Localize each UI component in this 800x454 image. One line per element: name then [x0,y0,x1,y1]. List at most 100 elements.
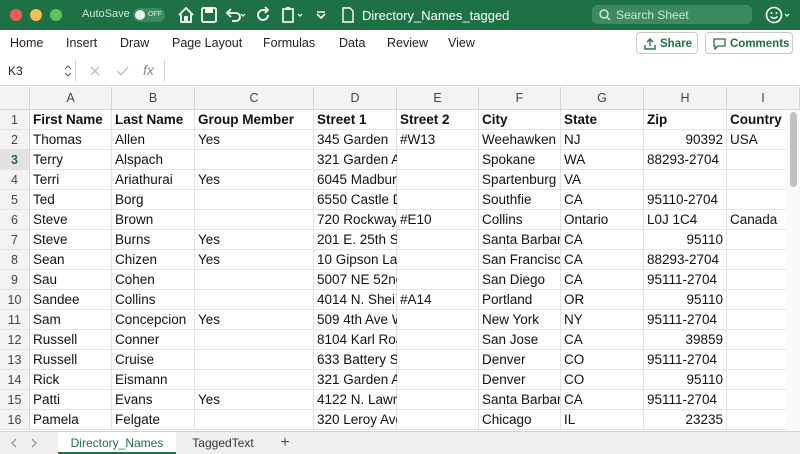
cell-a5[interactable]: Ted [30,190,112,210]
cell-g15[interactable]: CA [561,390,644,410]
cell-f10[interactable]: Portland [479,290,561,310]
cell-e4[interactable] [397,170,479,190]
name-box[interactable]: K3 [0,60,76,82]
cell-a13[interactable]: Russell [30,350,112,370]
cell-e10[interactable]: #A14 [397,290,479,310]
cell-g16[interactable]: IL [561,410,644,430]
cell-c4[interactable]: Yes [195,170,314,190]
cell-h10[interactable]: 95110 [644,290,727,310]
cell-c12[interactable] [195,330,314,350]
cell-c8[interactable]: Yes [195,250,314,270]
cell-f14[interactable]: Denver [479,370,561,390]
cell-e5[interactable] [397,190,479,210]
cell-a15[interactable]: Patti [30,390,112,410]
tab-insert[interactable]: Insert [66,36,97,50]
cell-b9[interactable]: Cohen [112,270,195,290]
cell-d15[interactable]: 4122 N. Lawndale Ave [314,390,452,410]
cell-f7[interactable]: Santa Barbar [479,230,561,250]
header-cell-h[interactable]: Zip [644,110,727,130]
row-header-5[interactable]: 5 [0,190,30,210]
cell-f5[interactable]: Southfie [479,190,561,210]
insert-function-button[interactable]: fx [143,62,154,78]
tab-view[interactable]: View [448,36,475,50]
cell-e16[interactable] [397,410,479,430]
cell-h5[interactable]: 95110-2704 [644,190,727,210]
row-header-16[interactable]: 16 [0,410,30,430]
cell-h11[interactable]: 95111-2704 [644,310,727,330]
cell-e7[interactable] [397,230,479,250]
header-cell-d[interactable]: Street 1 [314,110,397,130]
cell-a7[interactable]: Steve [30,230,112,250]
cell-a3[interactable]: Terry [30,150,112,170]
comments-button[interactable]: Comments [705,32,793,54]
cell-b14[interactable]: Eismann [112,370,195,390]
cell-f15[interactable]: Santa Barbar [479,390,561,410]
header-cell-a[interactable]: First Name [30,110,112,130]
row-header-11[interactable]: 11 [0,310,30,330]
cell-b6[interactable]: Brown [112,210,195,230]
cell-d10[interactable]: 4014 N. Shei [314,290,397,310]
tab-formulas[interactable]: Formulas [263,36,315,50]
cell-f11[interactable]: New York [479,310,561,330]
cell-d8[interactable]: 10 Gipson Lane [314,250,412,270]
column-header-c[interactable]: C [195,87,314,110]
cell-c9[interactable] [195,270,314,290]
header-cell-g[interactable]: State [561,110,644,130]
cell-h2[interactable]: 90392 [644,130,727,150]
cell-f8[interactable]: San Francisc [479,250,561,270]
cell-g4[interactable]: VA [561,170,644,190]
cell-a4[interactable]: Terri [30,170,112,190]
cell-b4[interactable]: Ariathurai [112,170,195,190]
cell-a14[interactable]: Rick [30,370,112,390]
close-window-button[interactable] [10,9,22,21]
cell-c11[interactable]: Yes [195,310,314,330]
cell-d13[interactable]: 633 Battery St [314,350,403,370]
cell-e12[interactable] [397,330,479,350]
cell-c3[interactable] [195,150,314,170]
tab-home[interactable]: Home [10,36,43,50]
cell-g3[interactable]: WA [561,150,644,170]
cell-h6[interactable]: L0J 1C4 [644,210,727,230]
cell-g12[interactable]: CA [561,330,644,350]
home-icon[interactable] [176,5,196,25]
row-header-14[interactable]: 14 [0,370,30,390]
cell-g14[interactable]: CO [561,370,644,390]
formula-input[interactable] [164,60,800,82]
column-header-f[interactable]: F [479,87,561,110]
cell-a8[interactable]: Sean [30,250,112,270]
account-smiley-icon[interactable] [764,5,794,25]
row-header-1[interactable]: 1 [0,110,30,130]
previous-sheet-icon[interactable] [10,438,18,448]
cell-g10[interactable]: OR [561,290,644,310]
cell-a10[interactable]: Sandee [30,290,112,310]
cell-b12[interactable]: Conner [112,330,195,350]
cell-g2[interactable]: NJ [561,130,644,150]
cell-h13[interactable]: 95111-2704 [644,350,727,370]
cell-e3[interactable] [397,150,479,170]
header-cell-b[interactable]: Last Name [112,110,195,130]
paste-options-icon[interactable] [280,5,306,25]
cell-d5[interactable]: 6550 Castle Dr. [314,190,410,210]
cell-h16[interactable]: 23235 [644,410,727,430]
cell-f4[interactable]: Spartenburg [479,170,561,190]
header-cell-e[interactable]: Street 2 [397,110,479,130]
cell-c14[interactable] [195,370,314,390]
cell-h8[interactable]: 88293-2704 [644,250,727,270]
cell-f16[interactable]: Chicago [479,410,561,430]
undo-icon[interactable] [223,5,247,25]
cell-a2[interactable]: Thomas [30,130,112,150]
cell-d16[interactable]: 320 Leroy Ave [314,410,403,430]
cell-d9[interactable]: 5007 NE 52nd Street [314,270,443,290]
column-header-i[interactable]: I [727,87,800,110]
cell-b8[interactable]: Chizen [112,250,195,270]
cell-h3[interactable]: 88293-2704 [644,150,727,170]
column-header-b[interactable]: B [112,87,195,110]
column-header-d[interactable]: D [314,87,397,110]
cell-c13[interactable] [195,350,314,370]
cell-f6[interactable]: Collins [479,210,561,230]
header-cell-f[interactable]: City [479,110,561,130]
row-header-15[interactable]: 15 [0,390,30,410]
cell-h4[interactable] [644,170,727,190]
cell-h15[interactable]: 95111-2704 [644,390,727,410]
cell-b15[interactable]: Evans [112,390,195,410]
